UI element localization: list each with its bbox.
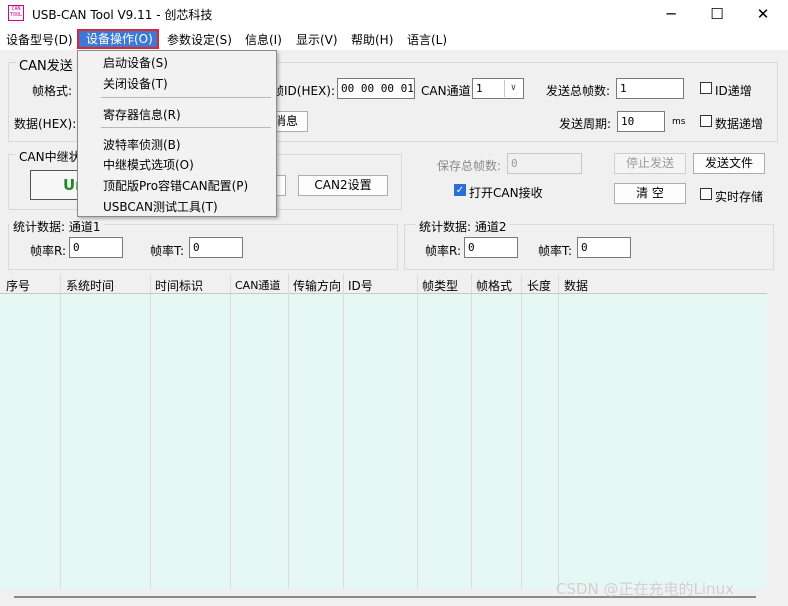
column-divider — [417, 274, 418, 589]
rate-r-label-2: 帧率R: — [425, 244, 462, 258]
column-header-index[interactable]: 序号 — [6, 277, 30, 294]
data-increment-label: 数据递增 — [715, 117, 764, 131]
menu-item-close-device[interactable]: 关闭设备(T) — [103, 75, 168, 92]
rate-t-label-1: 帧率T: — [150, 244, 185, 258]
menu-device-operation[interactable]: 设备操作(O) — [77, 29, 159, 49]
column-header-timestamp[interactable]: 时间标识 — [155, 277, 203, 294]
frame-format-label: 帧格式: — [32, 84, 73, 98]
can-channel-label: CAN通道: — [421, 84, 475, 98]
column-divider — [558, 274, 559, 589]
can-channel-select[interactable]: 1 ∨ — [472, 78, 524, 99]
menu-device-model[interactable]: 设备型号(D) — [6, 31, 73, 48]
column-divider — [288, 274, 289, 589]
menu-separator — [101, 97, 271, 98]
column-header-data[interactable]: 数据 — [564, 277, 588, 294]
stop-send-button[interactable]: 停止发送 — [614, 153, 686, 174]
close-icon[interactable]: ✕ — [740, 0, 786, 28]
menu-item-relay-mode[interactable]: 中继模式选项(O) — [103, 156, 194, 173]
rate-t-value-2: 0 — [577, 237, 631, 258]
column-divider — [150, 274, 151, 589]
send-file-button[interactable]: 发送文件 — [693, 153, 765, 174]
watermark: CSDN @正在充电的Linux — [556, 580, 734, 598]
column-divider — [343, 274, 344, 589]
menu-item-register-info[interactable]: 寄存器信息(R) — [103, 106, 181, 123]
frame-id-input[interactable]: 00 00 00 01 — [337, 78, 415, 99]
open-can-receive-checkbox[interactable]: ✓ — [454, 184, 466, 196]
menu-display[interactable]: 显示(V) — [296, 31, 338, 48]
period-unit: ms — [672, 117, 686, 127]
rate-r-label-1: 帧率R: — [30, 244, 67, 258]
app-icon-text-bottom: TOOL — [9, 12, 23, 18]
message-table[interactable] — [0, 274, 767, 589]
column-header-can-channel[interactable]: CAN通道 — [235, 277, 280, 293]
saved-frames-input: 0 — [507, 153, 582, 174]
menu-help[interactable]: 帮助(H) — [351, 31, 393, 48]
menu-item-start-device[interactable]: 启动设备(S) — [103, 54, 168, 71]
column-header-id[interactable]: ID号 — [348, 277, 373, 294]
can-channel-value: 1 — [476, 82, 483, 95]
can-send-title: CAN发送 — [16, 55, 76, 74]
stats-channel1-title: 统计数据: 通道1 — [10, 218, 104, 235]
column-divider — [471, 274, 472, 589]
menu-item-baudrate-detect[interactable]: 波特率侦测(B) — [103, 136, 181, 153]
column-header-system-time[interactable]: 系统时间 — [66, 277, 114, 294]
open-can-receive-label: 打开CAN接收 — [469, 186, 543, 200]
clear-button[interactable]: 清 空 — [614, 183, 686, 204]
table-header — [0, 274, 767, 294]
window-title: USB-CAN Tool V9.11 - 创芯科技 — [32, 8, 213, 22]
maximize-icon[interactable]: ☐ — [694, 0, 740, 28]
realtime-save-label: 实时存储 — [715, 190, 764, 204]
data-hex-label: 数据(HEX): — [14, 117, 77, 131]
menu-item-pro-fault-tolerant-can[interactable]: 顶配版Pro容错CAN配置(P) — [103, 177, 248, 194]
id-increment-label: ID递增 — [715, 84, 752, 98]
saved-frames-label: 保存总帧数: — [437, 159, 502, 173]
rate-t-label-2: 帧率T: — [538, 244, 573, 258]
menu-item-usbcan-test-tool[interactable]: USBCAN测试工具(T) — [103, 198, 218, 215]
realtime-save-checkbox[interactable] — [700, 188, 712, 200]
frame-id-label: 帧ID(HEX): — [272, 84, 336, 98]
rate-r-value-1: 0 — [69, 237, 123, 258]
minimize-icon[interactable]: ─ — [648, 0, 694, 28]
menu-separator — [101, 127, 271, 128]
chevron-down-icon[interactable]: ∨ — [504, 80, 522, 97]
column-header-length[interactable]: 长度 — [527, 277, 551, 294]
menu-parameter-settings[interactable]: 参数设定(S) — [167, 31, 232, 48]
send-period-label: 发送周期: — [559, 117, 612, 131]
column-header-frame-format[interactable]: 帧格式 — [476, 277, 512, 294]
rate-r-value-2: 0 — [464, 237, 518, 258]
stats-channel2-title: 统计数据: 通道2 — [416, 218, 510, 235]
data-increment-checkbox[interactable] — [700, 115, 712, 127]
vertical-scrollbar[interactable] — [767, 274, 784, 589]
send-period-input[interactable]: 10 — [617, 111, 665, 132]
menu-language[interactable]: 语言(L) — [407, 31, 447, 48]
column-divider — [230, 274, 231, 589]
total-frames-label: 发送总帧数: — [546, 84, 611, 98]
column-header-direction[interactable]: 传输方向 — [293, 277, 341, 294]
column-divider — [521, 274, 522, 589]
id-increment-checkbox[interactable] — [700, 82, 712, 94]
can2-settings-button[interactable]: CAN2设置 — [298, 175, 388, 196]
app-icon: CAN TOOL — [8, 5, 24, 21]
column-divider — [60, 274, 61, 589]
column-header-frame-type[interactable]: 帧类型 — [422, 277, 458, 294]
menu-info[interactable]: 信息(I) — [245, 31, 282, 48]
rate-t-value-1: 0 — [189, 237, 243, 258]
total-frames-input[interactable]: 1 — [616, 78, 684, 99]
